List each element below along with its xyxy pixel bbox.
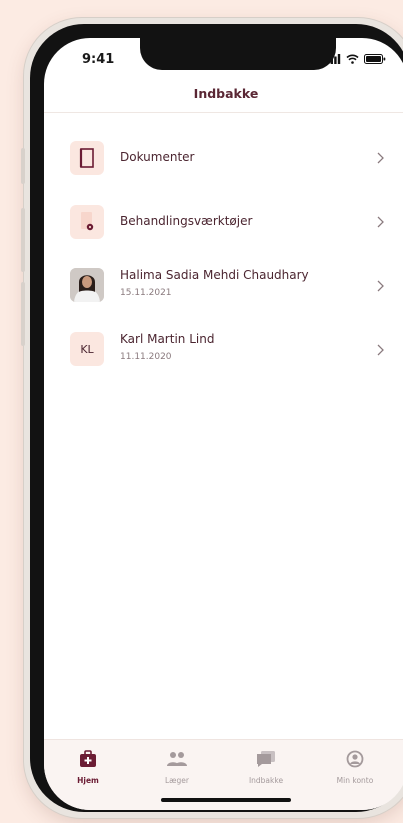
chevron-right-icon: [377, 152, 384, 164]
avatar-initials: KL: [80, 342, 94, 356]
chevron-right-icon: [377, 344, 384, 356]
inbox-chat-icon: [257, 751, 275, 767]
signal-icon: [327, 54, 341, 64]
inbox-item-date: 11.11.2020: [120, 352, 172, 362]
inbox-item-date: 15.11.2021: [120, 288, 172, 298]
chevron-right-icon: [377, 280, 384, 292]
home-indicator[interactable]: [161, 798, 291, 802]
tab-min-konto[interactable]: Min konto: [325, 748, 385, 785]
treatment-tools-icon: [70, 205, 104, 239]
tab-laeger[interactable]: Læger: [147, 748, 207, 785]
inbox-item-documents[interactable]: Dokumenter: [44, 126, 403, 190]
inbox-item-label: Halima Sadia Mehdi Chaudhary: [120, 268, 309, 282]
inbox-item-label: Dokumenter: [120, 150, 195, 164]
page-title: Indbakke: [193, 86, 259, 101]
app-screen: 9:41 Indbakke Dokumenter Behandlingsværk…: [44, 38, 403, 810]
tab-label: Hjem: [77, 776, 99, 785]
phone-bezel: 9:41 Indbakke Dokumenter Behandlingsværk…: [30, 24, 403, 812]
tab-indbakke[interactable]: Indbakke: [236, 748, 296, 785]
tab-label: Indbakke: [248, 776, 284, 785]
inbox-item-label: Karl Martin Lind: [120, 332, 215, 346]
inbox-item-label: Behandlingsværktøjer: [120, 214, 253, 228]
tab-hjem[interactable]: Hjem: [58, 748, 118, 785]
battery-icon: [364, 54, 386, 64]
inbox-item-treatment-tools[interactable]: Behandlingsværktøjer: [44, 190, 403, 254]
inbox-item-conversation[interactable]: KL Karl Martin Lind 11.11.2020: [44, 318, 403, 382]
tab-bar: Hjem Læger Indbakke Min konto: [44, 739, 403, 810]
notch: [140, 38, 336, 70]
phone-frame: 9:41 Indbakke Dokumenter Behandlingsværk…: [21, 18, 403, 818]
header-divider: [44, 112, 403, 113]
inbox-list: Dokumenter Behandlingsværktøjer Halima S…: [44, 126, 403, 382]
volume-up-button: [21, 208, 25, 272]
inbox-item-conversation[interactable]: Halima Sadia Mehdi Chaudhary 15.11.2021: [44, 254, 403, 318]
chevron-right-icon: [377, 216, 384, 228]
doctor-avatar: [70, 268, 104, 302]
status-time: 9:41: [82, 52, 115, 67]
mute-switch: [21, 148, 25, 184]
tab-label: Min konto: [336, 776, 374, 785]
wifi-icon: [346, 54, 359, 64]
home-medical-bag-icon: [80, 750, 96, 767]
doctors-people-icon: [167, 752, 187, 766]
document-icon: [70, 141, 104, 175]
tab-label: Læger: [164, 776, 189, 785]
account-icon: [346, 750, 364, 768]
initials-avatar: KL: [70, 332, 104, 366]
volume-down-button: [21, 282, 25, 346]
status-icons: [327, 54, 386, 64]
